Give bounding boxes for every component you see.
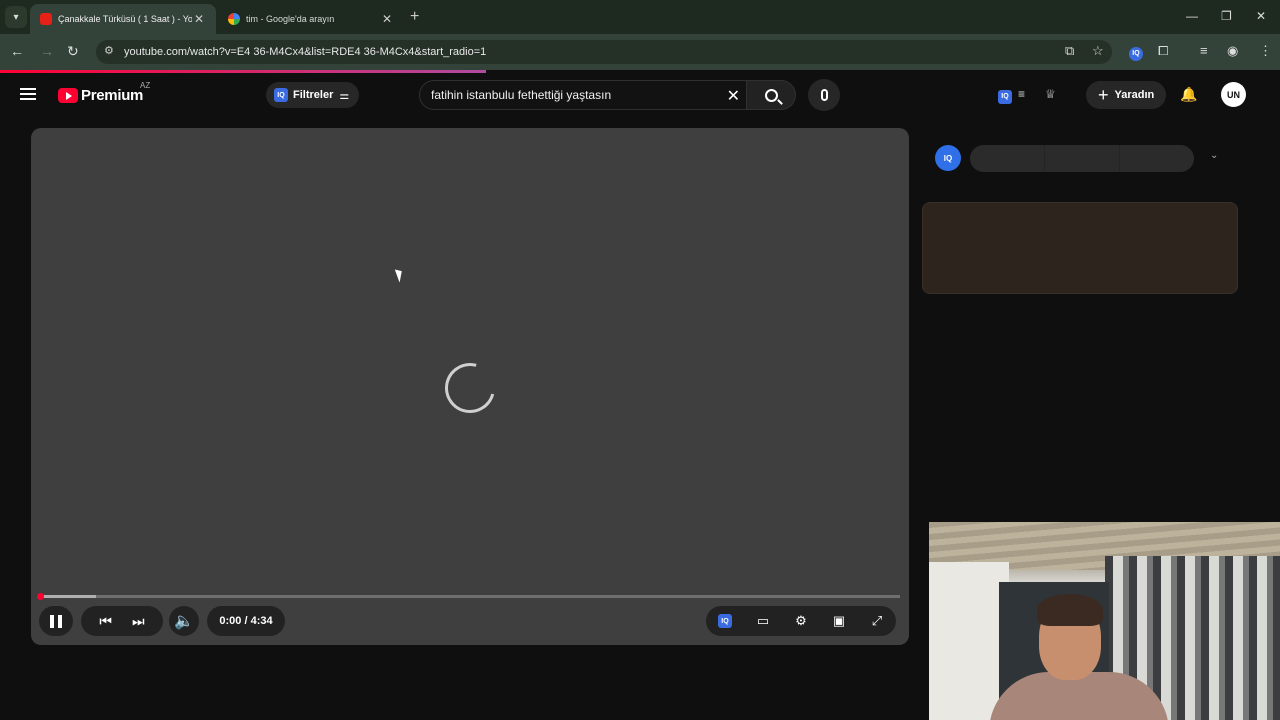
iq-extension-icon[interactable]: IQ (998, 87, 1012, 104)
extensions-puzzle-icon[interactable]: ⧠ (1158, 43, 1168, 59)
loading-spinner-icon (435, 353, 505, 423)
voice-search-button[interactable] (808, 79, 840, 111)
next-icon[interactable]: ⏭ (132, 613, 145, 630)
pause-icon (50, 614, 62, 628)
tab-close-icon[interactable]: ✕ (192, 12, 206, 26)
bookmark-star-icon[interactable]: ☆ (1092, 43, 1104, 59)
search-button[interactable] (746, 80, 796, 110)
extension-iq-icon[interactable]: IQ (1129, 43, 1143, 61)
buffered-bar (40, 595, 96, 598)
subtitles-icon[interactable]: ▭ (750, 609, 776, 633)
logo-text: Premium (81, 87, 144, 104)
time-display: 0:00 / 4:34 (207, 606, 285, 636)
reload-icon[interactable]: ↻ (67, 43, 79, 60)
mouse-cursor-icon (394, 267, 406, 283)
scrubber-handle[interactable] (37, 593, 44, 600)
volume-button[interactable]: 🔈 (169, 606, 199, 636)
country-code: AZ (140, 81, 151, 90)
previous-icon[interactable]: ⏮ (99, 613, 112, 630)
trophy-icon[interactable]: ♕ (1045, 87, 1056, 101)
notifications-bell-icon[interactable]: 🔔 (1180, 86, 1197, 103)
minimize-icon[interactable]: — (1186, 9, 1198, 23)
iq-player-icon[interactable]: IQ (712, 609, 738, 633)
iq-icon: IQ (274, 88, 288, 102)
close-window-icon[interactable]: ✕ (1256, 9, 1266, 23)
sidebar-iq-icon[interactable]: IQ (935, 145, 961, 171)
tab-search-button[interactable]: ▾ (5, 6, 27, 28)
create-button[interactable]: + Yaradın (1086, 81, 1167, 109)
youtube-header: Premium AZ IQ Filtreler ⚌ fatihin istanb… (0, 73, 1270, 119)
microphone-icon (820, 89, 828, 101)
tab-title: Çanakkale Türküsü ( 1 Saat ) - YouTube (58, 14, 192, 24)
sidebar-placeholder-box (922, 202, 1238, 294)
video-player[interactable]: ⏮ ⏭ 🔈 0:00 / 4:34 IQ ▭ ⚙ ▣ ⤢ (31, 128, 909, 645)
pause-button[interactable] (39, 606, 73, 636)
progress-bar[interactable] (37, 593, 900, 600)
address-bar[interactable]: youtube.com/watch?v=E4 36-M4Cx4&list=RDE… (96, 40, 1112, 64)
new-tab-icon[interactable]: + (410, 8, 419, 26)
restore-icon[interactable]: ❐ (1221, 9, 1232, 23)
profile-icon[interactable]: ◉ (1227, 43, 1238, 59)
clear-search-icon[interactable]: ✕ (727, 86, 740, 106)
chevron-down-icon[interactable]: ⌄ (1210, 150, 1218, 161)
prev-next-group: ⏮ ⏭ (81, 606, 163, 636)
webcam-overlay (929, 522, 1280, 720)
search-icon (764, 88, 778, 102)
search-value: fatihin istanbulu fethettiği yaştasın (431, 88, 612, 102)
sliders-icon: ⚌ (339, 89, 350, 102)
youtube-favicon-icon (40, 13, 52, 25)
google-favicon-icon (228, 13, 240, 25)
filters-button[interactable]: IQ Filtreler ⚌ (266, 82, 360, 108)
youtube-logo[interactable]: Premium AZ (58, 81, 150, 104)
search-input[interactable]: fatihin istanbulu fethettiği yaştasın ✕ (419, 80, 747, 110)
tab-close-icon[interactable]: ✕ (380, 12, 394, 26)
forward-icon[interactable]: → (40, 43, 54, 59)
browser-tab-inactive[interactable]: tim - Google'da arayın ✕ (218, 4, 404, 34)
filters-label: Filtreler (293, 89, 334, 101)
sidebar-chips-placeholder (970, 145, 1194, 172)
media-control-icon[interactable]: ≡ (1200, 43, 1208, 58)
fullscreen-icon[interactable]: ⤢ (864, 609, 890, 633)
browser-tab-active[interactable]: Çanakkale Türküsü ( 1 Saat ) - YouTube ✕ (30, 4, 216, 34)
list-icon[interactable]: ≡ (1018, 87, 1025, 101)
site-info-icon[interactable]: ⚙ (104, 44, 114, 57)
tab-title: tim - Google'da arayın (246, 14, 335, 24)
url-text: youtube.com/watch?v=E4 36-M4Cx4&list=RDE… (124, 46, 487, 58)
youtube-play-icon (58, 88, 78, 103)
install-app-icon[interactable]: ⧉ (1065, 43, 1074, 59)
theater-mode-icon[interactable]: ▣ (826, 609, 852, 633)
menu-icon[interactable] (20, 88, 36, 100)
chrome-menu-icon[interactable]: ⋮ (1259, 43, 1272, 59)
plus-icon: + (1098, 84, 1109, 105)
create-label: Yaradın (1114, 89, 1155, 101)
settings-gear-icon[interactable]: ⚙ (788, 609, 814, 633)
right-controls: IQ ▭ ⚙ ▣ ⤢ (706, 606, 896, 636)
back-icon[interactable]: ← (10, 43, 24, 59)
avatar[interactable]: UN (1221, 82, 1246, 107)
